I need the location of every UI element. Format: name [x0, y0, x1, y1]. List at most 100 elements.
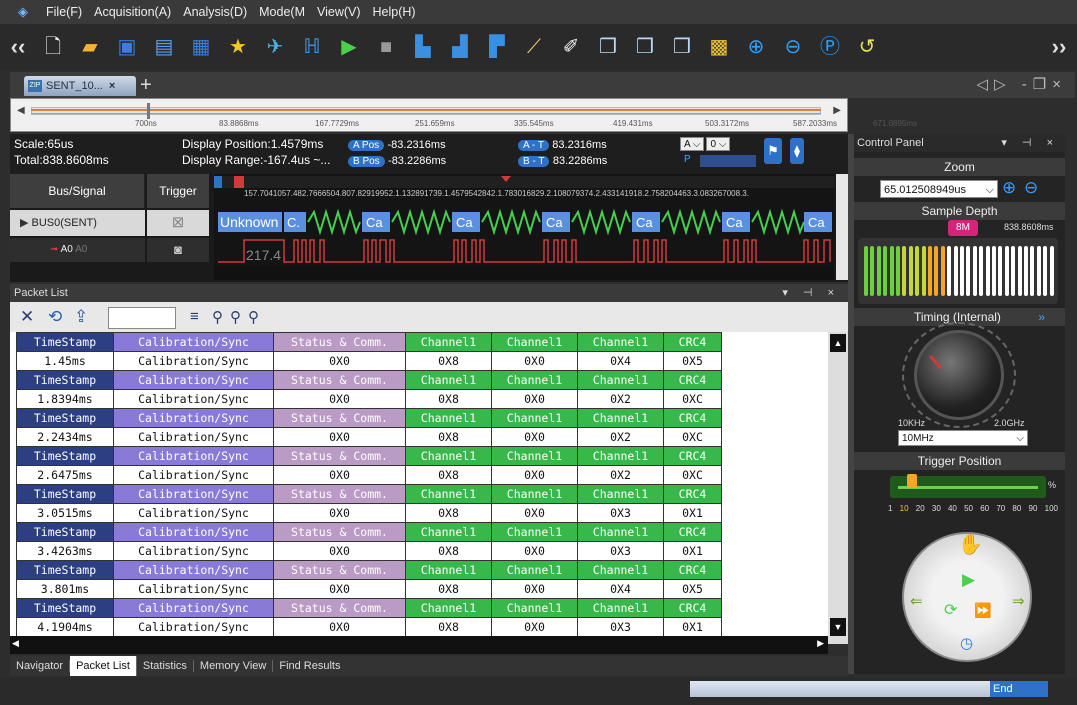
packet-header-row[interactable]: TimeStamp Calibration/Sync Status & Comm. C…: [16, 446, 722, 466]
menu-file[interactable]: File(F): [46, 5, 82, 19]
next-dial-icon[interactable]: ⇒: [1012, 592, 1025, 610]
bus-decode-3-icon[interactable]: ❒: [665, 31, 699, 63]
tab-navigator[interactable]: Navigator: [10, 660, 71, 672]
control-panel-window-controls[interactable]: ▾ ⊣ ×: [1001, 134, 1059, 152]
b-pos-badge[interactable]: B Pos: [348, 156, 385, 167]
scroll-left-icon[interactable]: ◀: [12, 638, 19, 649]
waveform-canvas[interactable]: 157.7041057.482.7666504.807.82919952.1.1…: [214, 174, 834, 280]
save-icon[interactable]: ▣: [110, 31, 144, 63]
packet-row[interactable]: 1.45ms Calibration/Sync 0X0 0X8 0X0 0X4 0X5: [16, 351, 722, 371]
packet-header-row[interactable]: TimeStamp Calibration/Sync Status & Comm. C…: [16, 560, 722, 580]
zoom-reset-icon[interactable]: ↺: [850, 31, 884, 63]
packet-header-row[interactable]: TimeStamp Calibration/Sync Status & Comm. C…: [16, 484, 722, 504]
trigger-position-slider[interactable]: [890, 474, 1046, 498]
bus0-trigger-cell-icon[interactable]: ⊠: [147, 210, 209, 236]
navigation-dial[interactable]: ✋ ▶ ⇐ ⇒ ⟳ ⏩ ◷: [902, 532, 1032, 662]
clock-dial-icon[interactable]: ◷: [960, 634, 973, 652]
marker-b-icon[interactable]: ▛: [480, 31, 514, 63]
brush-icon[interactable]: ✐: [554, 31, 588, 63]
overview-cursor[interactable]: [147, 103, 150, 119]
packet-header-row[interactable]: TimeStamp Calibration/Sync Status & Comm. C…: [16, 370, 722, 390]
signal-scrollbar[interactable]: [10, 264, 209, 280]
close-icon[interactable]: ×: [1052, 76, 1067, 93]
packet-header-row[interactable]: TimeStamp Calibration/Sync Status & Comm. C…: [16, 408, 722, 428]
settings-tools-icon[interactable]: ✕: [20, 307, 34, 327]
zoom-position-icon[interactable]: Ⓟ: [813, 31, 847, 63]
tools-icon[interactable]: ℍ: [295, 31, 329, 63]
cp-zoom-out-icon[interactable]: ⊖: [1024, 178, 1038, 198]
toolbar-scroll-left-icon[interactable]: ‹‹: [0, 24, 36, 70]
scroll-down-icon[interactable]: ▼: [830, 618, 846, 636]
print-icon[interactable]: ▤: [147, 31, 181, 63]
menu-mode[interactable]: Mode(M: [259, 5, 305, 19]
scroll-right-icon[interactable]: ▶: [817, 638, 824, 649]
expand-arrow-icon[interactable]: ▶: [20, 217, 28, 229]
binary-view-icon[interactable]: ▩: [702, 31, 736, 63]
packet-header-row[interactable]: TimeStamp Calibration/Sync Status & Comm. C…: [16, 332, 722, 352]
panel-splitter[interactable]: [848, 134, 854, 674]
packet-row[interactable]: 4.1904ms Calibration/Sync 0X0 0X8 0X0 0X3 0X1: [16, 617, 722, 637]
tab-next-icon[interactable]: ▷: [994, 76, 1012, 93]
tab-memory-view[interactable]: Memory View: [194, 660, 274, 672]
new-file-icon[interactable]: 🗋: [36, 31, 70, 63]
minimize-icon[interactable]: -: [1022, 76, 1033, 93]
cp-zoom-in-icon[interactable]: ⊕: [1002, 178, 1016, 198]
find-icon[interactable]: ⚲: [212, 308, 223, 326]
run-dial-icon[interactable]: ▶: [962, 570, 975, 590]
packet-header-row[interactable]: TimeStamp Calibration/Sync Status & Comm. C…: [16, 522, 722, 542]
loop-dial-icon[interactable]: ⟳: [944, 600, 957, 620]
p-field[interactable]: [700, 155, 756, 167]
add-marker-icon[interactable]: ▙: [406, 31, 440, 63]
prev-dial-icon[interactable]: ⇐: [910, 592, 923, 610]
a0-channel-row[interactable]: ➟ A0 A0: [10, 238, 145, 262]
filter-list-icon[interactable]: ≡: [190, 308, 199, 325]
packet-row[interactable]: 2.2434ms Calibration/Sync 0X0 0X8 0X0 0X2 0XC: [16, 427, 722, 447]
b-minus-t-badge[interactable]: B - T: [518, 156, 550, 167]
a-minus-t-badge[interactable]: A - T: [518, 140, 549, 151]
packet-grid-vscroll[interactable]: ▲ ▼: [828, 332, 848, 644]
open-folder-icon[interactable]: ▰: [73, 31, 107, 63]
packet-row[interactable]: 2.6475ms Calibration/Sync 0X0 0X8 0X0 0X2 0XC: [16, 465, 722, 485]
zoom-value-select[interactable]: 65.012508949us ⌵: [880, 180, 998, 198]
packet-row[interactable]: 3.0515ms Calibration/Sync 0X0 0X8 0X0 0X3 0X1: [16, 503, 722, 523]
add-tab-icon[interactable]: +: [140, 74, 152, 97]
overview-left-arrow-icon[interactable]: ◀: [17, 105, 25, 116]
refresh-icon[interactable]: ⟲: [48, 307, 62, 327]
tab-statistics[interactable]: Statistics: [137, 660, 194, 672]
overview-timeline[interactable]: ◀ ▶ 700ns 83.8868ms 167.7729ms 251.659ms…: [10, 98, 917, 132]
run-icon[interactable]: ▶: [332, 31, 366, 63]
a-pos-badge[interactable]: A Pos: [348, 140, 385, 151]
sample-depth-meter[interactable]: [858, 238, 1058, 304]
stop-icon[interactable]: ■: [369, 31, 403, 63]
fast-forward-dial-icon[interactable]: ⏩: [974, 602, 991, 619]
expand-right-icon[interactable]: »: [1038, 308, 1045, 326]
find-next-icon[interactable]: ⚲: [248, 308, 259, 326]
bookmark-flag-icon[interactable]: ⚑: [764, 138, 782, 164]
packet-grid-hscroll[interactable]: ◀ ▶: [10, 636, 828, 654]
packet-list-window-controls[interactable]: ▾ ⊣ ×: [782, 284, 840, 302]
pin-marker-icon[interactable]: ⧫: [790, 138, 804, 164]
waveform-vscroll[interactable]: [836, 174, 848, 280]
menu-acquisition[interactable]: Acquisition(A): [94, 5, 171, 19]
tab-packet-list[interactable]: Packet List: [70, 656, 137, 676]
packet-search-input[interactable]: [108, 307, 176, 329]
restore-icon[interactable]: ❐: [1033, 76, 1052, 93]
zoom-out-icon[interactable]: ⊖: [776, 31, 810, 63]
bus-decode-icon[interactable]: ❒: [591, 31, 625, 63]
tab-find-results[interactable]: Find Results: [273, 660, 346, 672]
overview-right-arrow-icon[interactable]: ▶: [833, 105, 841, 116]
find-prev-icon[interactable]: ⚲: [230, 308, 241, 326]
close-tab-icon[interactable]: ×: [109, 80, 115, 92]
bus-decode-2-icon[interactable]: ❒: [628, 31, 662, 63]
save-settings-icon[interactable]: ▦: [184, 31, 218, 63]
scroll-up-icon[interactable]: ▲: [830, 334, 846, 352]
menu-analysis[interactable]: Analysis(D): [183, 5, 247, 19]
packet-header-row[interactable]: TimeStamp Calibration/Sync Status & Comm. C…: [16, 598, 722, 618]
export-icon[interactable]: ⇪: [74, 307, 88, 327]
probe-icon[interactable]: ⟋: [517, 31, 551, 63]
cursor-offset-select[interactable]: 0 ⌵: [706, 137, 731, 151]
packet-row[interactable]: 3.801ms Calibration/Sync 0X0 0X8 0X0 0X4 0X5: [16, 579, 722, 599]
hand-pan-icon[interactable]: ✋: [958, 532, 983, 557]
toolbar-scroll-right-icon[interactable]: ››: [1041, 24, 1077, 70]
marker-a-icon[interactable]: ▟: [443, 31, 477, 63]
